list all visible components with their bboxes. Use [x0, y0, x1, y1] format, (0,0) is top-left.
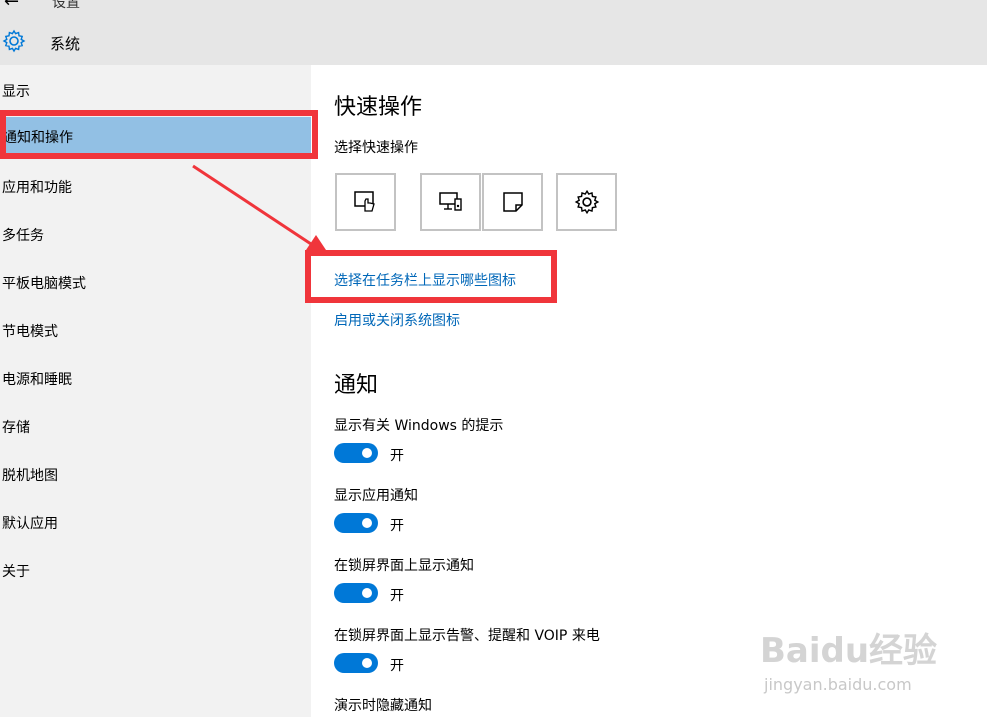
- quick-action-settings[interactable]: [556, 173, 617, 231]
- toggle-lockscreen-notifications[interactable]: [334, 583, 378, 603]
- watermark-logo: Baidu经验 jingyan.baidu.com: [760, 631, 938, 694]
- setting-label-app-notifications: 显示应用通知: [334, 488, 418, 504]
- quick-action-note[interactable]: [482, 173, 543, 231]
- gear-icon: [2, 29, 26, 53]
- setting-label-lockscreen-notifications: 在锁屏界面上显示通知: [334, 558, 474, 574]
- toggle-state-label: 开: [390, 518, 404, 534]
- choose-quick-actions-label: 选择快速操作: [334, 140, 418, 156]
- sidebar-item-about[interactable]: 关于: [2, 561, 30, 581]
- back-arrow-icon[interactable]: ←: [4, 0, 19, 12]
- note-icon: [502, 192, 523, 212]
- toggle-windows-tips[interactable]: [334, 443, 378, 463]
- project-icon: [438, 192, 462, 211]
- quick-action-project[interactable]: [420, 173, 481, 231]
- toggle-state-label: 开: [390, 448, 404, 464]
- toggle-state-label: 开: [390, 588, 404, 604]
- sidebar-item-multitasking[interactable]: 多任务: [2, 225, 44, 245]
- sidebar-item-offline-maps[interactable]: 脱机地图: [2, 465, 58, 485]
- link-system-icons[interactable]: 启用或关闭系统图标: [334, 310, 460, 330]
- quick-action-tablet-mode[interactable]: [335, 173, 396, 231]
- notifications-heading: 通知: [334, 373, 379, 398]
- sidebar-item-default-apps[interactable]: 默认应用: [2, 513, 58, 533]
- sidebar-item-storage[interactable]: 存储: [2, 417, 30, 437]
- setting-label-hide-during-presentation: 演示时隐藏通知: [334, 698, 432, 714]
- sidebar: [0, 65, 311, 717]
- sidebar-item-battery-saver[interactable]: 节电模式: [2, 321, 58, 341]
- toggle-app-notifications[interactable]: [334, 513, 378, 533]
- link-taskbar-icons[interactable]: 选择在任务栏上显示哪些图标: [334, 270, 516, 290]
- sidebar-item-power-sleep[interactable]: 电源和睡眠: [2, 369, 72, 389]
- toggle-lockscreen-alarms[interactable]: [334, 653, 378, 673]
- title-bar: ← 设置 系统: [0, 0, 987, 65]
- sidebar-item-tablet-mode[interactable]: 平板电脑模式: [2, 273, 86, 293]
- sidebar-item-apps-features[interactable]: 应用和功能: [2, 177, 72, 197]
- setting-label-lockscreen-alarms: 在锁屏界面上显示告警、提醒和 VOIP 来电: [334, 628, 600, 644]
- toggle-state-label: 开: [390, 658, 404, 674]
- annotation-highlight-sidebar: [0, 110, 318, 159]
- quick-actions-heading: 快速操作: [334, 95, 423, 120]
- tablet-mode-icon: [353, 191, 375, 212]
- page-title: 系统: [50, 35, 81, 53]
- settings-icon: [574, 189, 599, 215]
- sidebar-item-display[interactable]: 显示: [2, 81, 30, 101]
- breadcrumb: 设置: [52, 0, 80, 11]
- setting-label-windows-tips: 显示有关 Windows 的提示: [334, 418, 504, 434]
